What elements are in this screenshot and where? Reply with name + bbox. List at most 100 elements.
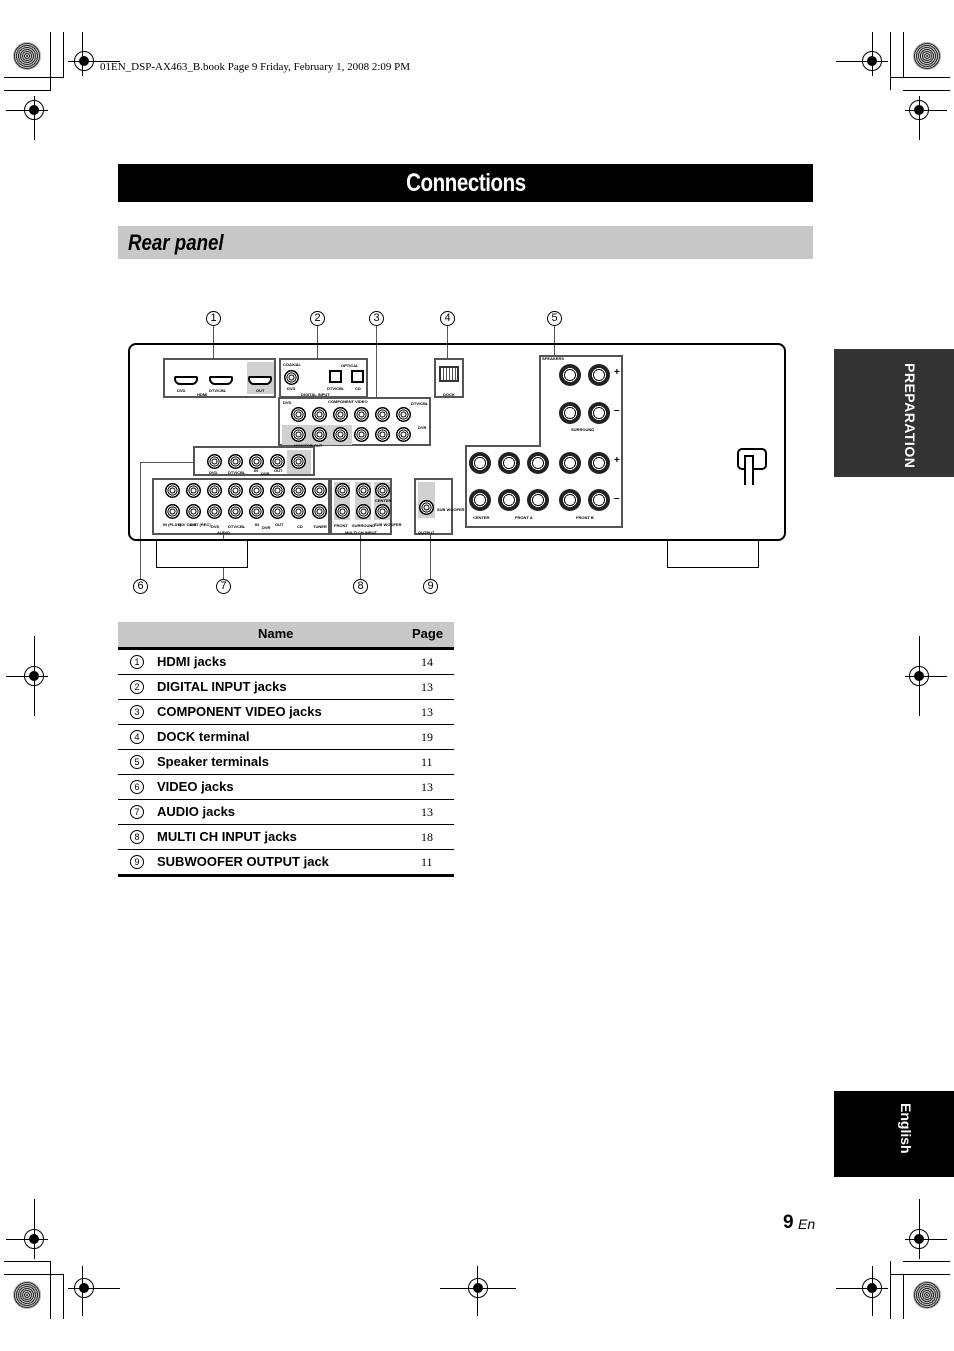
- vid-dvd-label: DVD: [209, 470, 218, 475]
- table-row: 6 VIDEO jacks 13: [118, 775, 454, 800]
- callout-8: 8: [353, 579, 368, 594]
- mc-surround-label: SURROUND: [352, 523, 376, 528]
- row-name: DIGITAL INPUT jacks: [157, 679, 287, 694]
- dock-connector: [439, 366, 459, 382]
- language-tab: English: [834, 1091, 954, 1177]
- chapter-tab-label: PREPARATION: [902, 363, 918, 469]
- color-rosette-mark: [13, 1281, 41, 1309]
- front-a-label: FRONT A: [515, 515, 533, 520]
- row-page: 18: [421, 830, 433, 844]
- row-number: 8: [130, 830, 144, 844]
- subwoofer-output-group: SUB WOOFER OUTPUT: [414, 478, 465, 535]
- optical-cd-jack: [351, 370, 364, 383]
- row-number: 7: [130, 805, 144, 819]
- aud-dvd-label: DVD: [211, 524, 220, 529]
- minus-label: –: [614, 405, 620, 416]
- callout-5: 5: [547, 311, 562, 326]
- row-page: 14: [421, 655, 433, 669]
- vid-in-label: IN: [254, 468, 258, 473]
- surround-label: SURROUND: [571, 427, 595, 432]
- mc-center-label: CENTER: [375, 498, 392, 503]
- power-cord-cable: [744, 455, 754, 485]
- row-name: COMPONENT VIDEO jacks: [157, 704, 322, 719]
- header-page: Page: [412, 626, 444, 641]
- row-number: 5: [130, 755, 144, 769]
- output-label: OUTPUT: [418, 530, 435, 535]
- row-name: SUBWOOFER OUTPUT jack: [157, 854, 329, 869]
- row-name: Speaker terminals: [157, 754, 270, 769]
- aud-out-label: OUT: [275, 522, 284, 527]
- chapter-tab: PREPARATION: [834, 349, 954, 477]
- section-heading: Rear panel: [128, 230, 224, 255]
- aud-dvr-label: DVR: [262, 525, 271, 530]
- row-page: 19: [421, 730, 433, 744]
- aud-cd-label: CD: [297, 524, 303, 529]
- audio-group-label: AUDIO: [217, 530, 230, 535]
- row-page: 13: [421, 705, 433, 719]
- row-name: MULTI CH INPUT jacks: [157, 829, 297, 844]
- row-number: 3: [130, 705, 144, 719]
- foot-right: [667, 541, 759, 568]
- row-number: 2: [130, 680, 144, 694]
- plus-label: +: [614, 367, 620, 378]
- row-number: 6: [130, 780, 144, 794]
- callout-4: 4: [440, 311, 455, 326]
- dock-label: DOCK: [443, 392, 455, 397]
- dig-dtv-label: DTV/CBL: [327, 386, 345, 391]
- component-video-label: COMPONENT VIDEO: [328, 399, 368, 404]
- section-heading-bar: Rear panel: [118, 226, 813, 259]
- callout-6: 6: [133, 579, 148, 594]
- mc-sub-label: SUB WOOFER: [374, 522, 402, 527]
- mc-front-label: FRONT: [334, 523, 348, 528]
- rear-panel-legend-table: Name Page 1 HDMI jacks 14 2 DIGITAL INPUT j…: [118, 622, 454, 877]
- row-page: 11: [421, 755, 433, 769]
- callout-1: 1: [206, 311, 221, 326]
- aud-out-rec-label: OUT (REC): [190, 522, 211, 527]
- dock-terminal-group: DOCK: [434, 358, 464, 398]
- comp-dvd-label: DVD: [283, 400, 292, 405]
- color-rosette-mark: [913, 42, 941, 70]
- speakers-label: SPEAKERS: [542, 356, 565, 361]
- callout-2: 2: [310, 311, 325, 326]
- dig-cd-label: CD: [355, 386, 361, 391]
- row-page: 13: [421, 680, 433, 694]
- component-video-group: DVD COMPONENT VIDEO DTV/CBL DVR MONITOR …: [278, 397, 431, 448]
- aud-dtv-label: DTV/CBL: [228, 524, 246, 529]
- hdmi-group-label: HDMI: [197, 392, 208, 397]
- coaxial-dvd-jack: [284, 370, 299, 385]
- table-row: 8 MULTI CH INPUT jacks 18: [118, 825, 454, 850]
- table-row: 2 DIGITAL INPUT jacks 13: [118, 675, 454, 700]
- hdmi-out-label: OUT: [256, 388, 265, 393]
- hdmi-dvd-jack: [174, 376, 198, 385]
- page-title-bar: Connections: [118, 164, 813, 202]
- page-number: 9: [783, 1212, 794, 1233]
- hdmi-jacks-group: DVD DTV/CBL OUT HDMI: [163, 358, 276, 398]
- row-page: 13: [421, 805, 433, 819]
- center-label: CENTER: [473, 515, 490, 520]
- page-language-suffix: En: [798, 1216, 816, 1232]
- table-row: 3 COMPONENT VIDEO jacks 13: [118, 700, 454, 725]
- vid-out-label: OUT: [274, 468, 283, 473]
- callout-9: 9: [423, 579, 438, 594]
- table-row: 4 DOCK terminal 19: [118, 725, 454, 750]
- dig-dvd-label: DVD: [287, 386, 296, 391]
- table-row: 7 AUDIO jacks 13: [118, 800, 454, 825]
- row-number: 1: [130, 655, 144, 669]
- color-rosette-mark: [913, 1281, 941, 1309]
- table-row: 9 SUBWOOFER OUTPUT jack 11: [118, 850, 454, 877]
- digital-input-group: COAXIAL OPTICAL DVD DTV/CBL CD DIGITAL I…: [279, 358, 368, 398]
- vid-dvr-label: DVR: [261, 471, 270, 476]
- language-tab-label: English: [898, 1103, 914, 1154]
- callout-7: 7: [216, 579, 231, 594]
- hdmi-out-jack: [248, 376, 272, 385]
- table-header: Name Page: [118, 622, 454, 650]
- comp-dtv-label: DTV/CBL: [411, 401, 429, 406]
- row-number: 4: [130, 730, 144, 744]
- comp-dvr-label: DVR: [418, 425, 427, 430]
- row-name: VIDEO jacks: [157, 779, 234, 794]
- multi-ch-input-group: FRONT SURROUND CENTER SUB WOOFER MULTI C…: [330, 478, 402, 535]
- row-name: DOCK terminal: [157, 729, 250, 744]
- front-b-label: FRONT B: [576, 515, 594, 520]
- minus-label: –: [614, 493, 620, 504]
- table-row: 5 Speaker terminals 11: [118, 750, 454, 775]
